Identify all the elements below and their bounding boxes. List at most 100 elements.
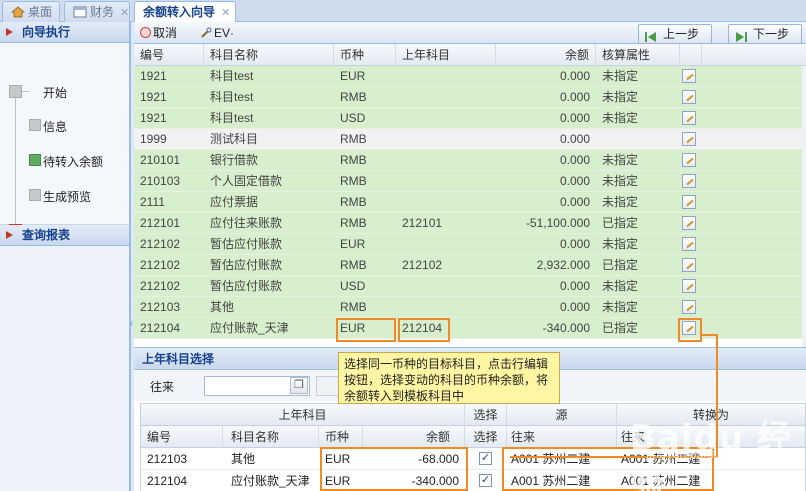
col-name[interactable]: 科目名称 (204, 44, 334, 66)
cell-code: 2111 (140, 195, 165, 209)
left-panel: 向导执行 开始 信息 待转入余额 生成预览 完成 查询报表 (0, 22, 130, 491)
cell-code: 1921 (140, 90, 167, 104)
cell-balance: 0.000 (559, 174, 590, 188)
col-balance[interactable]: 余额 (496, 44, 596, 66)
cancel-button[interactable]: 取消 (140, 25, 177, 42)
table-row[interactable]: 212102 暂估应付账款 USD 0.000 未指定 (134, 276, 806, 297)
col-attr[interactable]: 核算属性 (596, 44, 680, 66)
table-row[interactable]: 212101 应付往来账款 RMB 212101 -51,100.000 已指定 (134, 213, 806, 234)
edit-icon[interactable] (682, 153, 696, 167)
col-code[interactable]: 编号 (134, 44, 204, 66)
col-source-contact[interactable]: 往来 (507, 426, 617, 448)
col-select[interactable]: 选择 (465, 426, 507, 448)
cell-prev: 212102 (402, 258, 443, 272)
cell-attr: 未指定 (602, 90, 639, 104)
next-arrow-icon (735, 29, 747, 42)
group-prev-account: 上年科目 (141, 404, 465, 426)
cell-code: 1999 (140, 132, 167, 146)
edit-icon[interactable] (682, 279, 696, 293)
edit-icon[interactable] (682, 258, 696, 272)
filter-button[interactable] (316, 376, 340, 396)
cell-balance: 0.000 (559, 195, 590, 209)
step-connector (15, 91, 29, 231)
grid-header: 编号 科目名称 币种 上年科目 余额 核算属性 (134, 44, 806, 66)
tab-bar: 桌面 财务 ✕ 余额转入向导 ✕ (0, 0, 806, 23)
table-row[interactable]: 210101 银行借款 RMB 0.000 未指定 (134, 150, 806, 171)
edit-icon[interactable] (682, 69, 696, 83)
cell-prev (402, 171, 494, 192)
edit-icon[interactable] (682, 90, 696, 104)
cell-balance: -340.000 (542, 321, 590, 335)
table-row[interactable]: 210103 个人固定借款 RMB 0.000 未指定 (134, 171, 806, 192)
edit-icon[interactable] (682, 195, 696, 209)
cell-prev: 212101 (402, 216, 443, 230)
lookup-icon[interactable]: ❐ (290, 377, 308, 394)
toolbar: 取消 EV· 上一步 下一步 (134, 22, 806, 44)
edit-icon[interactable] (682, 174, 696, 188)
table-row[interactable]: 1921 科目test EUR 0.000 未指定 (134, 66, 806, 87)
cell-attr: 未指定 (602, 153, 639, 167)
select-checkbox[interactable]: ✓ (479, 474, 492, 487)
table-row[interactable]: 212103 其他 RMB 0.000 未指定 (134, 297, 806, 318)
tab-desktop[interactable]: 桌面 (2, 1, 60, 22)
col-edit (680, 44, 702, 66)
step-marker-icon (29, 189, 41, 201)
ev-menu-button[interactable]: EV· (200, 25, 234, 42)
prev-step-button[interactable]: 上一步 (638, 24, 712, 44)
report-panel-header[interactable]: 查询报表 (0, 225, 129, 246)
filter-label: 往来 (150, 380, 175, 394)
col-name[interactable]: 科目名称 (223, 426, 319, 448)
col-currency[interactable]: 币种 (319, 426, 363, 448)
cell-prev (402, 129, 494, 150)
cell-code: 212102 (140, 237, 181, 251)
cell-prev (402, 87, 494, 108)
cell-balance: 0.000 (559, 300, 590, 314)
table-row[interactable]: 212102 暂估应付账款 RMB 212102 2,932.000 已指定 (134, 255, 806, 276)
step-marker-icon (9, 85, 22, 98)
table-row[interactable]: 1921 科目test RMB 0.000 未指定 (134, 87, 806, 108)
edit-icon[interactable] (682, 300, 696, 314)
col-code[interactable]: 编号 (141, 426, 223, 448)
cell-prev (402, 192, 494, 213)
watermark-url: jingyan.baidu.com (646, 448, 748, 461)
wizard-panel-header[interactable]: 向导执行 (0, 22, 129, 43)
edit-icon[interactable] (682, 111, 696, 125)
cell-attr: 未指定 (602, 195, 639, 209)
cell-currency: USD (340, 111, 366, 125)
close-icon[interactable]: ✕ (120, 7, 129, 19)
table-row[interactable]: 1921 科目test USD 0.000 未指定 (134, 108, 806, 129)
cell-name: 其他 (231, 452, 256, 466)
col-prev-account[interactable]: 上年科目 (396, 44, 496, 66)
edit-icon[interactable] (682, 237, 696, 251)
grid-scrollbar[interactable] (802, 66, 806, 366)
cell-name: 应付票据 (210, 195, 259, 209)
cell-name: 测试科目 (210, 132, 259, 146)
table-row[interactable]: 1999 测试科目 RMB 0.000 (134, 129, 806, 150)
tab-balance-wizard[interactable]: 余额转入向导 ✕ (134, 1, 236, 23)
window-icon (73, 4, 87, 18)
tab-finance[interactable]: 财务 ✕ (64, 1, 130, 22)
edit-icon[interactable] (682, 216, 696, 230)
edit-icon[interactable] (682, 132, 696, 146)
cell-code: 1921 (140, 111, 167, 125)
cell-name: 应付往来账款 (210, 216, 283, 230)
next-step-button[interactable]: 下一步 (728, 24, 802, 44)
cell-currency: RMB (340, 195, 367, 209)
cell-balance: 0.000 (559, 279, 590, 293)
cell-currency: RMB (340, 90, 367, 104)
cell-code: 210101 (140, 153, 181, 167)
close-icon[interactable]: ✕ (221, 7, 230, 19)
highlight-currency (336, 318, 396, 342)
cell-name: 科目test (210, 69, 254, 83)
select-checkbox[interactable]: ✓ (479, 452, 492, 465)
cell-prev (402, 234, 494, 255)
prev-arrow-icon (645, 29, 657, 42)
cell-currency: RMB (340, 300, 367, 314)
col-currency[interactable]: 币种 (334, 44, 396, 66)
col-balance[interactable]: 余额 (363, 426, 465, 448)
cell-name: 暂估应付账款 (210, 258, 283, 272)
cancel-icon (140, 27, 151, 38)
table-row[interactable]: 212102 暂估应付账款 EUR 0.000 未指定 (134, 234, 806, 255)
cell-name: 科目test (210, 111, 254, 125)
table-row[interactable]: 2111 应付票据 RMB 0.000 未指定 (134, 192, 806, 213)
